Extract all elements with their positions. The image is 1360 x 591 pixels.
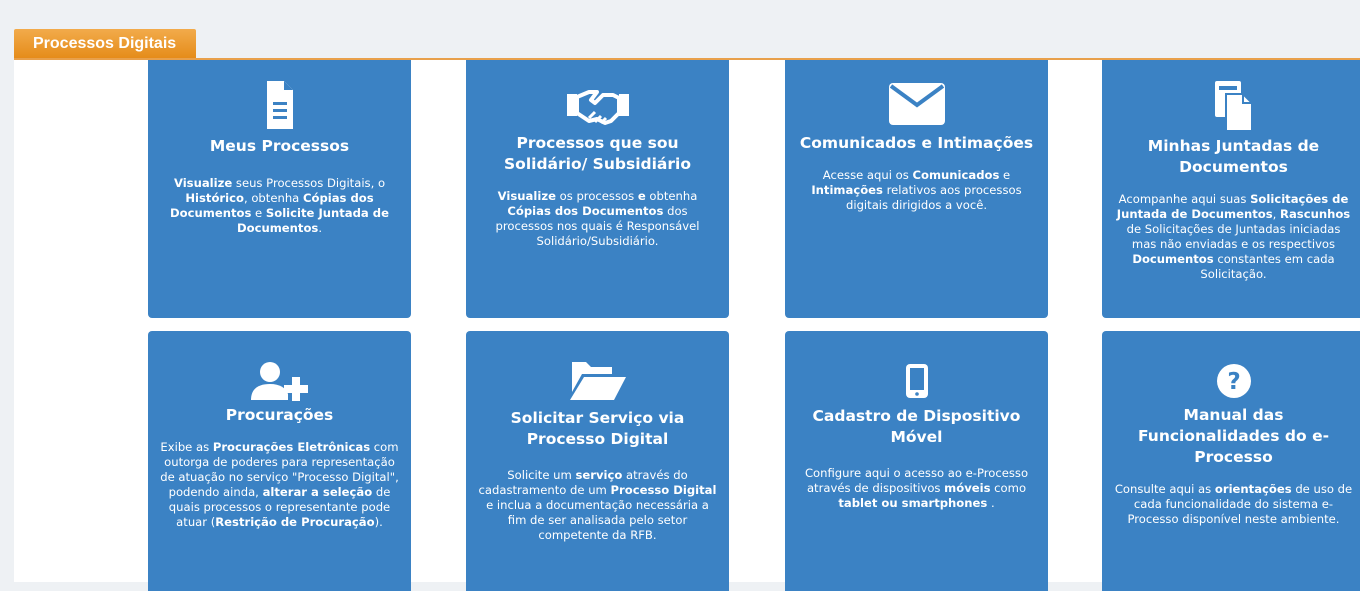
card-description: Exibe as Procurações Eletrônicas com out… [160, 440, 399, 530]
description-emphasis: Rascunhos [1280, 207, 1351, 221]
description-text: como [990, 481, 1027, 495]
card-title: Solicitar Serviço via Processo Digital [510, 409, 685, 448]
description-text: os processos [555, 189, 638, 203]
card-description: Acesse aqui os Comunicados e Intimações … [797, 168, 1036, 213]
card-title: Cadastro de Dispositivo Móvel [812, 407, 1021, 446]
description-emphasis: orientações [1214, 482, 1292, 496]
card-description: Configure aqui o acesso ao e-Processo at… [797, 466, 1036, 511]
description-text: Consulte aqui as [1114, 482, 1215, 496]
mobile-icon [905, 364, 928, 398]
description-text: e [251, 206, 266, 220]
description-text: Acesse aqui os [822, 168, 913, 182]
description-text: . [318, 221, 322, 235]
description-text: . [987, 496, 995, 510]
description-text: Acompanhe aqui suas [1118, 192, 1251, 206]
card-procuracoes[interactable]: Procurações Exibe as Procurações Eletrôn… [148, 331, 411, 591]
card-title: Minhas Juntadas de Documentos [1147, 137, 1320, 176]
page: Processos Digitais Meus Processos Visual… [0, 0, 1360, 591]
folder-open-icon [569, 362, 626, 400]
description-text: , [1272, 207, 1281, 221]
user-plus-icon [250, 362, 308, 401]
description-emphasis: Visualize [497, 189, 556, 203]
card-description: Consulte aqui as orientações de uso de c… [1114, 482, 1353, 527]
card-processos-solidario[interactable]: Processos que sou Solidário/ Subsidiário… [466, 60, 729, 318]
card-title: Procurações [225, 406, 334, 424]
description-emphasis: Documentos [1132, 252, 1214, 266]
description-text: Exibe as [160, 440, 213, 454]
description-text: Solicite um [507, 468, 576, 482]
card-cadastro-dispositivo[interactable]: Cadastro de Dispositivo Móvel Configure … [785, 331, 1048, 591]
card-description: Acompanhe aqui suas Solicitações de Junt… [1114, 192, 1353, 282]
card-description: Visualize os processos e obtenha Cópias … [478, 189, 717, 249]
card-manual-funcionalidades[interactable]: ? Manual das Funcionalidades do e-Proces… [1102, 331, 1360, 591]
description-text: e [999, 168, 1011, 182]
description-text: seus Processos Digitais, o [232, 176, 386, 190]
card-description: Visualize seus Processos Digitais, o His… [160, 176, 399, 236]
card-solicitar-servico[interactable]: Solicitar Serviço via Processo Digital S… [466, 331, 729, 591]
description-emphasis: móveis [944, 481, 991, 495]
copy-documents-icon [1214, 81, 1253, 132]
card-comunicados-intimacoes[interactable]: Comunicados e Intimações Acesse aqui os … [785, 60, 1048, 318]
description-emphasis: Procurações Eletrônicas [212, 440, 371, 454]
description-text: e inclua a documentação necessária a fim… [486, 498, 709, 542]
card-title: Comunicados e Intimações [799, 134, 1034, 152]
card-meus-processos[interactable]: Meus Processos Visualize seus Processos … [148, 60, 411, 318]
section-title: Processos Digitais [14, 29, 197, 58]
description-text: constantes em cada Solicitação. [1200, 252, 1335, 281]
card-description: Solicite um serviço através do cadastram… [478, 468, 717, 543]
description-emphasis: tablet ou smartphones [838, 496, 988, 510]
question-circle-icon: ? [1216, 364, 1251, 398]
description-emphasis: Processo Digital [610, 483, 717, 497]
svg-text:?: ? [1227, 369, 1240, 395]
description-text: ). [374, 515, 383, 529]
description-emphasis: Intimações [811, 183, 883, 197]
description-emphasis: alterar a seleção [262, 485, 373, 499]
envelope-icon [888, 83, 945, 125]
description-emphasis: serviço [575, 468, 623, 482]
card-minhas-juntadas[interactable]: Minhas Juntadas de Documentos Acompanhe … [1102, 60, 1360, 318]
description-emphasis: Restrição de Procuração [215, 515, 375, 529]
card-title: Meus Processos [209, 137, 350, 155]
description-emphasis: Cópias dos Documentos [507, 204, 664, 218]
description-emphasis: Comunicados [912, 168, 1000, 182]
card-title: Manual das Funcionalidades do e-Processo [1137, 406, 1330, 466]
description-emphasis: Histórico [185, 191, 244, 205]
handshake-icon [566, 90, 629, 125]
card-title: Processos que sou Solidário/ Subsidiário [504, 134, 691, 173]
description-emphasis: Visualize [173, 176, 233, 190]
description-text: obtenha [645, 189, 698, 203]
description-text: de Solicitações de Juntadas iniciadas ma… [1126, 222, 1341, 251]
document-icon [266, 81, 293, 129]
description-emphasis: e [637, 189, 646, 203]
description-text: , obtenha [243, 191, 303, 205]
